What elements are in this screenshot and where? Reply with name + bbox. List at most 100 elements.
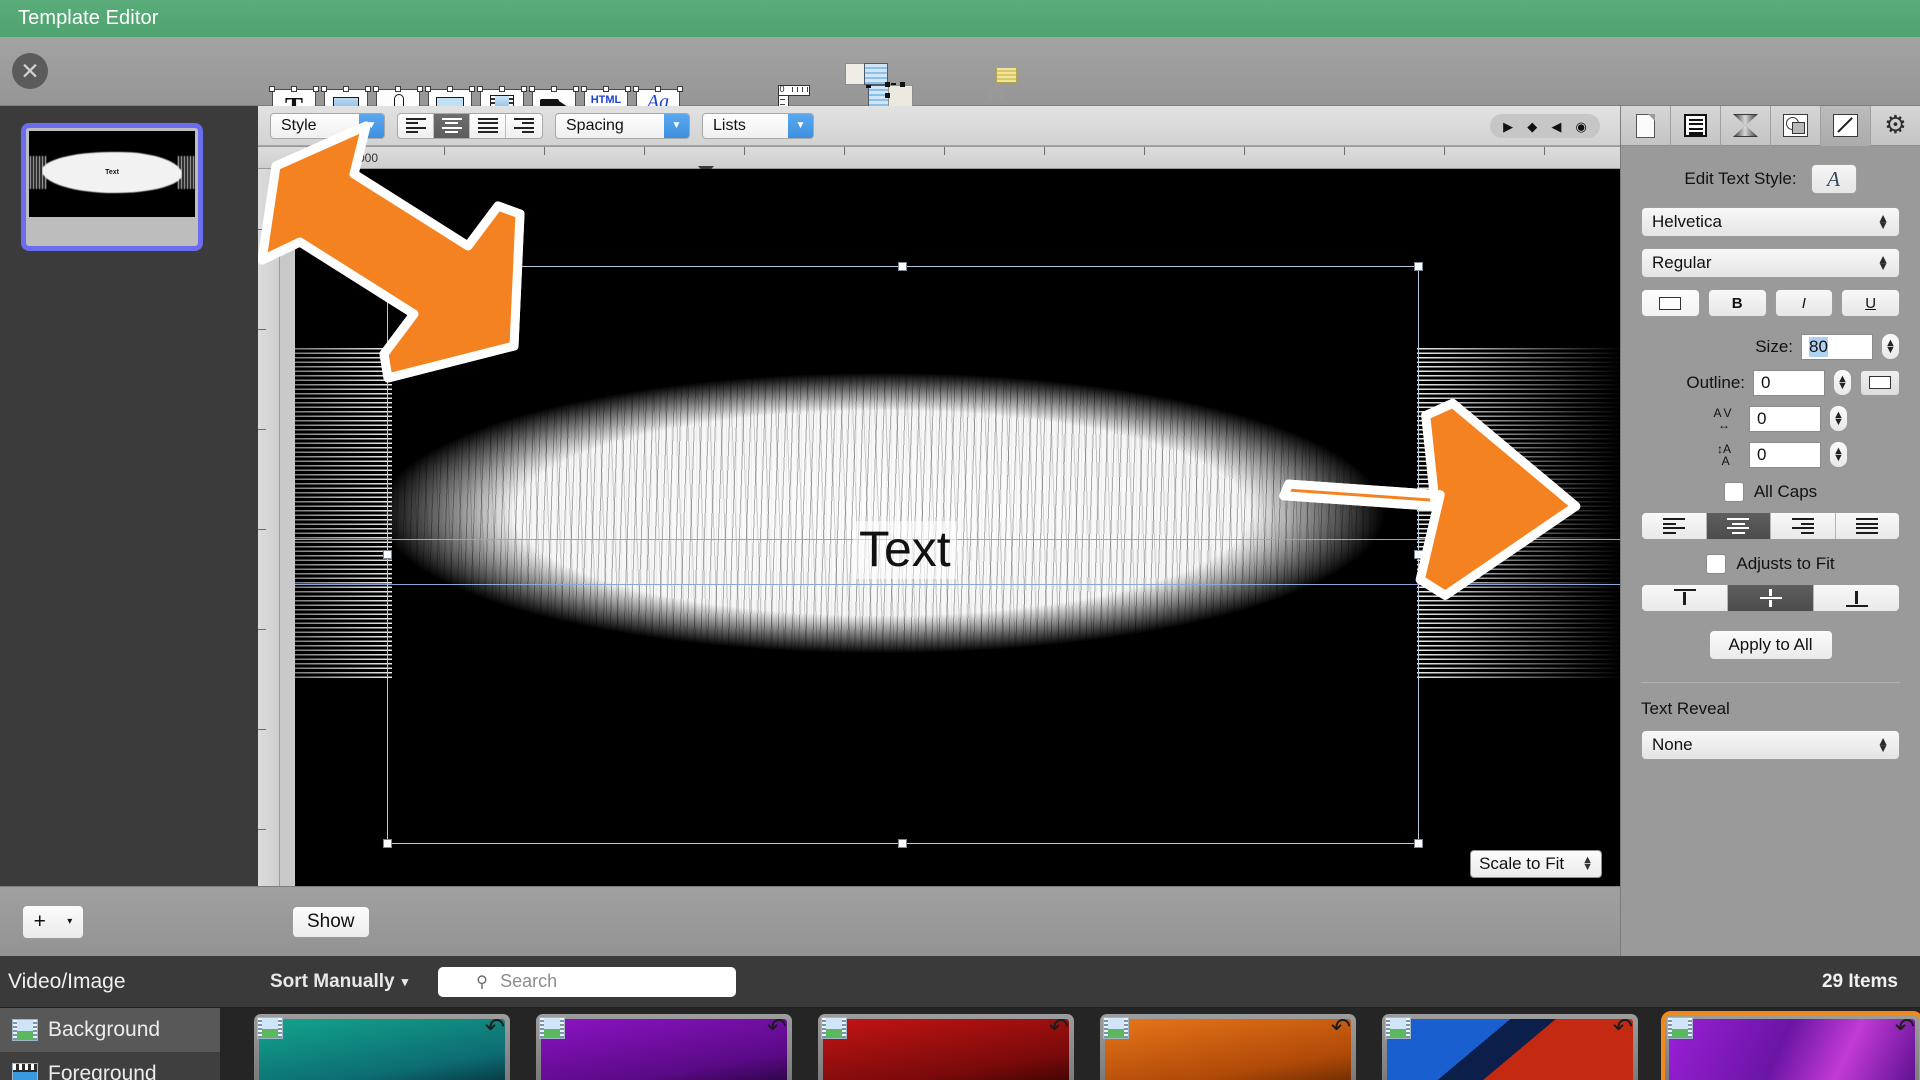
- text-color-button[interactable]: [1641, 289, 1700, 317]
- bold-label: B: [1731, 294, 1743, 312]
- sidebar-item-background[interactable]: Background: [0, 1008, 220, 1052]
- add-keyframe-icon[interactable]: ◆: [1527, 120, 1537, 133]
- tab-behaviors[interactable]: [1821, 105, 1871, 146]
- shapes-icon: [1783, 114, 1808, 137]
- edit-text-style-button[interactable]: A: [1810, 164, 1857, 194]
- canvas-text-object[interactable]: Text: [853, 521, 957, 579]
- search-input[interactable]: ⚲ Search: [438, 966, 737, 997]
- record-keyframe-icon[interactable]: ◉: [1576, 120, 1587, 133]
- show-button[interactable]: Show: [292, 905, 370, 938]
- resize-handle-bottom-right[interactable]: [1414, 839, 1423, 848]
- inspector-tabs: ⚙: [1621, 105, 1920, 146]
- thumb-teal[interactable]: ↶: [254, 1014, 510, 1080]
- tab-settings[interactable]: ⚙: [1871, 106, 1920, 146]
- font-family-popup[interactable]: Helvetica ▲ ▼: [1641, 207, 1900, 237]
- line-spacing-stepper[interactable]: ▲ ▼: [1829, 441, 1848, 468]
- image-media-icon: [257, 1017, 283, 1039]
- thumb-violet[interactable]: ↶: [1661, 1011, 1920, 1080]
- thumb-red[interactable]: ↶: [818, 1014, 1074, 1080]
- vertical-align-middle-button[interactable]: [1728, 585, 1814, 611]
- outline-stepper[interactable]: ▲ ▼: [1833, 369, 1852, 396]
- sort-popup-label: Sort Manually: [270, 970, 395, 992]
- reload-icon[interactable]: ↶: [485, 1016, 505, 1040]
- add-button[interactable]: + ▾: [22, 904, 84, 939]
- paragraph-alignment-segment: [1641, 512, 1900, 540]
- text-reveal-value: None: [1652, 735, 1693, 754]
- thumb-preview: [1105, 1019, 1351, 1080]
- section-divider: [1641, 682, 1900, 683]
- all-caps-checkbox[interactable]: [1723, 482, 1744, 502]
- text-reveal-popup[interactable]: None ▲ ▼: [1641, 730, 1900, 760]
- sidebar-item-label: Background: [48, 1018, 161, 1041]
- reload-icon[interactable]: ↶: [1613, 1016, 1633, 1040]
- tab-transitions[interactable]: [1721, 105, 1771, 146]
- resize-handle-top-right[interactable]: [1414, 262, 1423, 271]
- text-style-inspector: Edit Text Style: A Helvetica ▲ ▼ Regular …: [1621, 146, 1920, 760]
- size-field[interactable]: 80: [1801, 333, 1873, 360]
- outline-color-button[interactable]: [1860, 369, 1900, 396]
- sort-popup[interactable]: Sort Manually ▾: [270, 971, 408, 993]
- chevron-updown-icon: ▲ ▼: [1877, 210, 1889, 232]
- size-stepper[interactable]: ▲ ▼: [1881, 333, 1900, 360]
- next-keyframe-icon[interactable]: ▶: [1503, 120, 1513, 133]
- text-reveal-label: Text Reveal: [1641, 699, 1730, 718]
- edit-text-style-label: Edit Text Style:: [1684, 169, 1797, 188]
- resize-handle-bottom-center[interactable]: [898, 839, 907, 848]
- adjusts-to-fit-checkbox[interactable]: [1706, 554, 1727, 574]
- bottom-toolbar: + ▾ Show: [0, 886, 1620, 956]
- paragraph-align-center-button[interactable]: [1706, 513, 1771, 539]
- bold-button[interactable]: B: [1707, 289, 1767, 317]
- reload-icon[interactable]: ↶: [1049, 1016, 1069, 1040]
- annotation-arrow-style-popup: [258, 121, 525, 383]
- media-browser-title: Video/Image: [8, 969, 126, 993]
- main-toolbar: ✕ T: [0, 37, 1920, 128]
- previous-keyframe-icon[interactable]: ◀: [1551, 120, 1561, 133]
- paragraph-align-left-button[interactable]: [1642, 513, 1707, 539]
- vertical-align-bottom-button[interactable]: [1814, 585, 1899, 611]
- tab-layers[interactable]: [1671, 105, 1721, 146]
- underline-label: U: [1865, 294, 1877, 312]
- paragraph-align-justify-button[interactable]: [1835, 513, 1899, 539]
- thumb-blue-red[interactable]: ↶: [1382, 1014, 1638, 1080]
- font-style-value: Regular: [1652, 253, 1712, 272]
- reload-icon[interactable]: ↶: [767, 1016, 787, 1040]
- sidebar-item-foreground[interactable]: Foreground: [0, 1052, 220, 1080]
- close-icon[interactable]: ✕: [12, 53, 48, 89]
- thumb-purple[interactable]: ↶: [536, 1014, 792, 1080]
- document-icon: [1636, 113, 1655, 138]
- chevron-down-icon: ▼: [664, 113, 689, 138]
- thumb-orange[interactable]: ↶: [1100, 1014, 1356, 1080]
- color-swatch-icon: [1659, 296, 1682, 310]
- tracking-field[interactable]: 0: [1749, 405, 1821, 432]
- item-count: 29 Items: [1821, 970, 1898, 992]
- media-thumbnail-strip[interactable]: ↶ ↶ ↶ ↶ ↶ ↶: [220, 1008, 1920, 1080]
- all-caps-label: All Caps: [1753, 482, 1818, 501]
- underline-button[interactable]: U: [1841, 289, 1900, 317]
- tracking-row: AV ↔ 0 ▲ ▼: [1641, 405, 1900, 432]
- lists-popup[interactable]: Lists ▼: [702, 112, 814, 139]
- outline-field[interactable]: 0: [1753, 369, 1825, 396]
- font-style-popup[interactable]: Regular ▲ ▼: [1641, 248, 1900, 278]
- paragraph-align-right-button[interactable]: [1771, 513, 1836, 539]
- all-caps-row: All Caps: [1641, 482, 1900, 502]
- tracking-stepper[interactable]: ▲ ▼: [1829, 405, 1848, 432]
- italic-button[interactable]: I: [1774, 289, 1834, 317]
- reload-icon[interactable]: ↶: [1895, 1016, 1915, 1040]
- reload-icon[interactable]: ↶: [1331, 1016, 1351, 1040]
- resize-handle-middle-left[interactable]: [383, 550, 392, 559]
- line-spacing-field[interactable]: 0: [1749, 441, 1821, 468]
- tab-shapes[interactable]: [1771, 105, 1821, 146]
- tab-properties[interactable]: [1621, 105, 1671, 146]
- resize-handle-top-center[interactable]: [898, 262, 907, 271]
- apply-to-all-button[interactable]: Apply to All: [1708, 630, 1833, 660]
- scale-popup[interactable]: Scale to Fit ▲ ▼: [1470, 850, 1602, 878]
- resize-handle-bottom-left[interactable]: [383, 839, 392, 848]
- stepper-icon[interactable]: ▲ ▼: [1582, 855, 1593, 872]
- gear-icon: ⚙: [1884, 111, 1907, 139]
- size-value: 80: [1809, 336, 1828, 357]
- line-spacing-value: 0: [1757, 444, 1767, 464]
- vertical-align-top-button[interactable]: [1642, 585, 1728, 611]
- title-bar: Template Editor: [0, 0, 1920, 37]
- slide-thumbnail[interactable]: Text: [21, 123, 203, 251]
- inspector-panel: ⚙ Edit Text Style: A Helvetica ▲ ▼ Regula…: [1620, 105, 1920, 1080]
